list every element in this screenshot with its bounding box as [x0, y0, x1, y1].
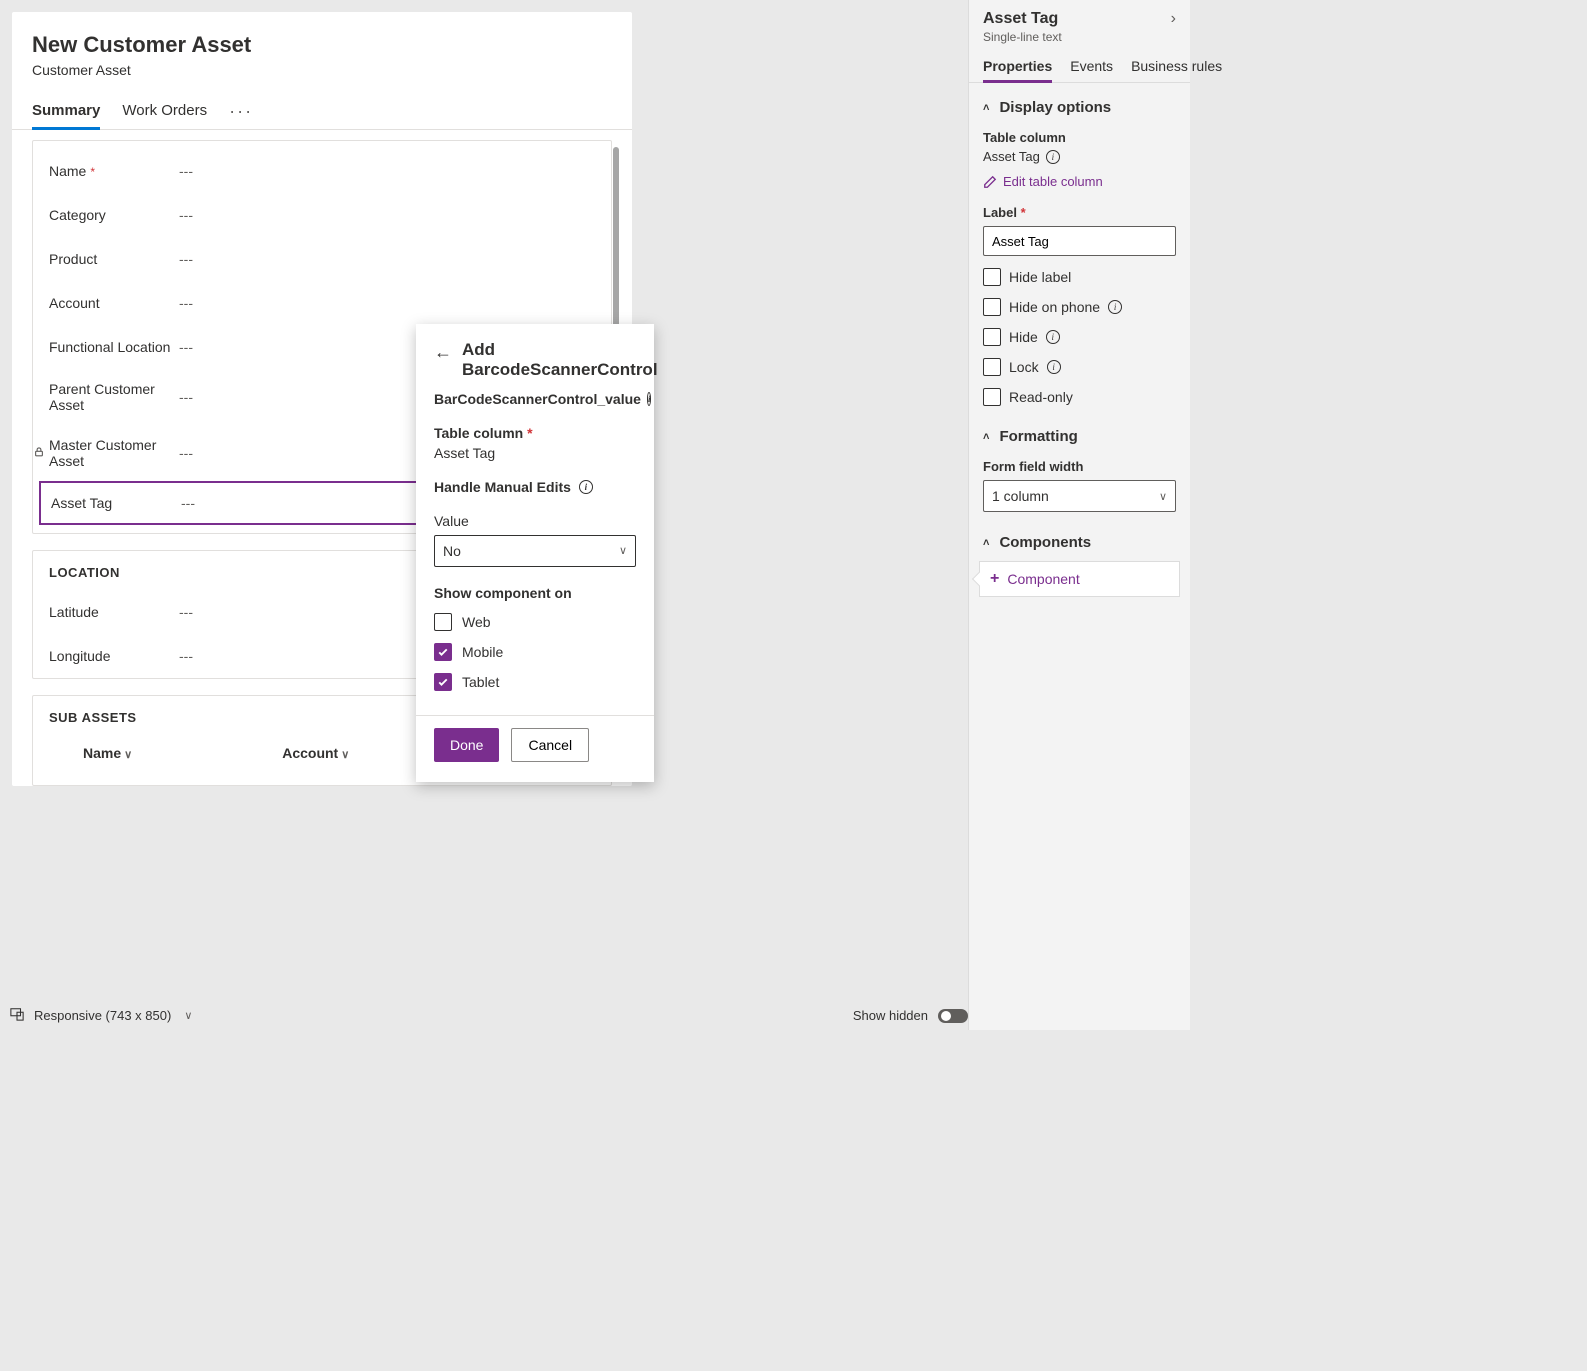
table-column-value: Asset Tag: [434, 445, 636, 461]
field-value: ---: [179, 163, 595, 179]
info-icon[interactable]: i: [579, 480, 593, 494]
canvas-footer: Responsive (743 x 850) ∨ Show hidden: [10, 1007, 968, 1024]
field-label: Functional Location: [49, 339, 179, 355]
cancel-button[interactable]: Cancel: [511, 728, 589, 762]
tab-overflow-icon[interactable]: ···: [229, 101, 253, 122]
field-label: Parent Customer Asset: [49, 381, 179, 413]
popup-title: Add BarcodeScannerControl: [462, 340, 658, 381]
check-hide-on-phone[interactable]: Hide on phone i: [983, 298, 1176, 316]
field-account[interactable]: Account ---: [33, 281, 611, 325]
section-toggle[interactable]: ˄ Formatting: [983, 424, 1176, 449]
show-on-mobile[interactable]: Mobile: [434, 643, 636, 661]
plus-icon: +: [990, 570, 999, 588]
field-label: Product: [49, 251, 179, 267]
section-toggle[interactable]: ˄ Display options: [983, 95, 1176, 120]
form-entity-subtitle: Customer Asset: [12, 62, 632, 78]
checkbox[interactable]: [983, 358, 1001, 376]
popup-subtitle: BarCodeScannerControl_value i: [434, 391, 636, 407]
back-arrow-icon[interactable]: ←: [434, 342, 452, 363]
field-label: Master Customer Asset: [49, 437, 179, 469]
info-icon[interactable]: i: [647, 392, 652, 406]
label-input[interactable]: [983, 226, 1176, 256]
field-name[interactable]: Name * ---: [33, 149, 611, 193]
field-label: Latitude: [49, 604, 179, 620]
chevron-down-icon: ∨: [184, 1009, 192, 1022]
label-field-label: Label *: [983, 205, 1176, 220]
panel-title: Asset Tag: [983, 10, 1062, 28]
chevron-up-icon: ˄: [983, 102, 989, 114]
field-label: Longitude: [49, 648, 179, 664]
chevron-down-icon: ∨: [341, 749, 349, 761]
panel-section-formatting: ˄ Formatting Form field width 1 column ∨: [969, 412, 1190, 518]
show-hidden-toggle[interactable]: [938, 1009, 968, 1023]
edit-table-column-link[interactable]: Edit table column: [983, 174, 1176, 189]
done-button[interactable]: Done: [434, 728, 499, 762]
field-value: ---: [179, 295, 595, 311]
form-tabs: Summary Work Orders ···: [12, 94, 632, 130]
value-label: Value: [434, 513, 636, 529]
panel-subtitle: Single-line text: [983, 30, 1062, 44]
field-label: Name: [49, 163, 86, 179]
field-value: ---: [179, 207, 595, 223]
panel-tab-events[interactable]: Events: [1070, 50, 1113, 83]
lock-icon: [33, 445, 49, 461]
section-toggle[interactable]: ˄ Components: [983, 530, 1176, 555]
show-component-on-label: Show component on: [434, 585, 636, 601]
table-column-label: Table column *: [434, 425, 636, 441]
show-hidden-label: Show hidden: [853, 1008, 928, 1023]
responsive-icon: [10, 1007, 24, 1024]
value-dropdown[interactable]: No ∨: [434, 535, 636, 567]
field-label: Asset Tag: [51, 495, 181, 511]
checkbox[interactable]: [434, 643, 452, 661]
checkbox[interactable]: [983, 298, 1001, 316]
checkbox[interactable]: [434, 613, 452, 631]
show-on-tablet[interactable]: Tablet: [434, 673, 636, 691]
chevron-up-icon: ˄: [983, 537, 989, 549]
handle-manual-edits-label: Handle Manual Edits i: [434, 479, 636, 495]
add-component-button[interactable]: + Component: [979, 561, 1180, 597]
check-hide-label[interactable]: Hide label: [983, 268, 1176, 286]
form-field-width-dropdown[interactable]: 1 column ∨: [983, 480, 1176, 512]
panel-section-components: ˄ Components: [969, 518, 1190, 555]
field-label: Account: [49, 295, 179, 311]
responsive-label[interactable]: Responsive (743 x 850): [34, 1008, 171, 1023]
checkbox[interactable]: [983, 388, 1001, 406]
field-label: Category: [49, 207, 179, 223]
chevron-down-icon: ∨: [124, 749, 132, 761]
panel-section-display-options: ˄ Display options Table column Asset Tag…: [969, 83, 1190, 412]
table-column-value: Asset Tag i: [983, 149, 1176, 164]
collapse-panel-icon[interactable]: ›: [1171, 10, 1176, 28]
check-lock[interactable]: Lock i: [983, 358, 1176, 376]
info-icon[interactable]: i: [1046, 330, 1060, 344]
checkbox[interactable]: [434, 673, 452, 691]
form-field-width-label: Form field width: [983, 459, 1176, 474]
property-panel: Asset Tag Single-line text › Properties …: [968, 0, 1190, 1030]
info-icon[interactable]: i: [1047, 360, 1061, 374]
chevron-up-icon: ˄: [983, 431, 989, 443]
chevron-down-icon: ∨: [1159, 490, 1167, 503]
checkbox[interactable]: [983, 268, 1001, 286]
panel-tabs: Properties Events Business rules: [969, 50, 1190, 83]
chevron-down-icon: ∨: [619, 544, 627, 557]
form-title: New Customer Asset: [12, 32, 632, 58]
field-category[interactable]: Category ---: [33, 193, 611, 237]
check-read-only[interactable]: Read-only: [983, 388, 1176, 406]
panel-tab-properties[interactable]: Properties: [983, 50, 1052, 83]
panel-tab-business-rules[interactable]: Business rules: [1131, 50, 1222, 83]
tab-work-orders[interactable]: Work Orders: [122, 94, 207, 130]
checkbox[interactable]: [983, 328, 1001, 346]
column-header-account[interactable]: Account∨: [282, 745, 349, 761]
field-value: ---: [179, 251, 595, 267]
add-component-popup: ← Add BarcodeScannerControl BarCodeScann…: [416, 324, 654, 782]
column-header-name[interactable]: Name∨: [83, 745, 132, 761]
check-hide[interactable]: Hide i: [983, 328, 1176, 346]
info-icon[interactable]: i: [1046, 150, 1060, 164]
tab-summary[interactable]: Summary: [32, 94, 100, 130]
info-icon[interactable]: i: [1108, 300, 1122, 314]
required-star-icon: *: [90, 165, 95, 179]
show-on-web[interactable]: Web: [434, 613, 636, 631]
field-product[interactable]: Product ---: [33, 237, 611, 281]
table-column-label: Table column: [983, 130, 1176, 145]
